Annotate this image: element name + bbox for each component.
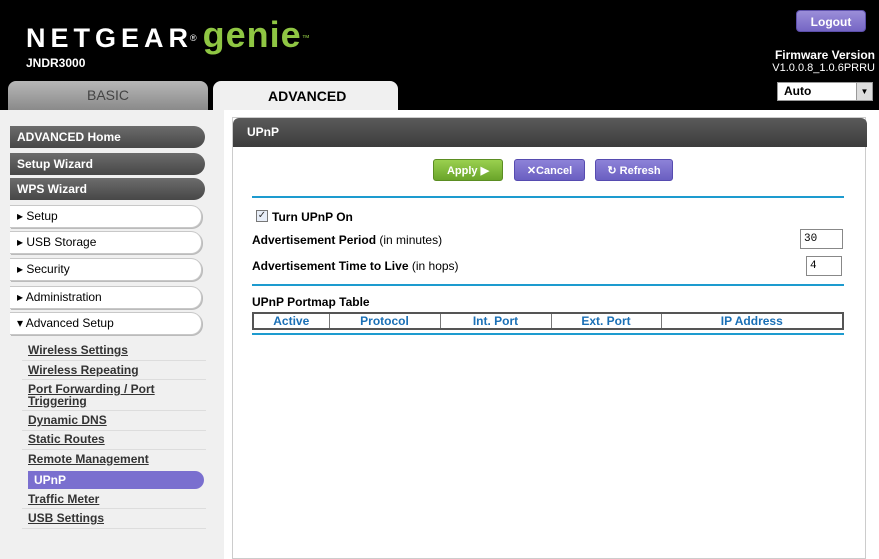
divider (22, 360, 206, 361)
sidebar-item-static-routes[interactable]: Static Routes (28, 433, 213, 445)
column-header-int-port: Int. Port (440, 313, 552, 329)
sidebar-item-wireless-settings[interactable]: Wireless Settings (28, 344, 213, 356)
page-title: UPnP (233, 118, 867, 147)
divider (252, 333, 844, 335)
header-bar: NETGEAR® genie™ JNDR3000 Logout Firmware … (0, 0, 879, 110)
portmap-title: UPnP Portmap Table (252, 295, 370, 309)
column-header-ip-address: IP Address (661, 313, 843, 329)
logo-brand: NETGEAR (26, 23, 194, 53)
column-header-ext-port: Ext. Port (551, 313, 662, 329)
tab-basic[interactable]: BASIC (8, 81, 208, 110)
model-name: JNDR3000 (26, 56, 86, 70)
sidebar-section-administration[interactable]: ▸ Administration (10, 286, 202, 309)
refresh-button[interactable]: ↻ Refresh (595, 159, 673, 181)
column-header-protocol: Protocol (329, 313, 441, 329)
firmware-label: Firmware Version (774, 48, 875, 62)
chevron-down-icon[interactable]: ▼ (856, 83, 872, 100)
sidebar-section-security[interactable]: ▸ Security (10, 258, 202, 281)
language-select[interactable]: Auto ▼ (777, 82, 873, 101)
sidebar-section-advanced-setup[interactable]: ▾ Advanced Setup (10, 312, 202, 335)
divider (252, 196, 844, 198)
sidebar-item-usb-settings[interactable]: USB Settings (28, 512, 213, 524)
divider (22, 528, 206, 529)
sidebar-item-dynamic-dns[interactable]: Dynamic DNS (28, 414, 213, 426)
table-header-row: Active Protocol Int. Port Ext. Port IP A… (253, 313, 843, 329)
main-panel: UPnP Apply ▶ ✕Cancel ↻ Refresh ✓ Turn UP… (232, 117, 867, 559)
sidebar-item-setup-wizard[interactable]: Setup Wizard (10, 153, 205, 175)
adv-period-input[interactable]: 30 (800, 229, 843, 249)
sidebar-item-wireless-repeating[interactable]: Wireless Repeating (28, 364, 213, 376)
tab-advanced[interactable]: ADVANCED (213, 81, 398, 110)
divider (22, 379, 206, 380)
cancel-button[interactable]: ✕Cancel (514, 159, 585, 181)
portmap-table: Active Protocol Int. Port Ext. Port IP A… (252, 312, 844, 330)
adv-ttl-label: Advertisement Time to Live (in hops) (252, 259, 459, 273)
sidebar-section-setup[interactable]: ▸ Setup (10, 205, 202, 228)
divider (22, 410, 206, 411)
logout-button[interactable]: Logout (796, 10, 866, 32)
adv-period-label: Advertisement Period (in minutes) (252, 233, 443, 247)
apply-button[interactable]: Apply ▶ (433, 159, 503, 181)
netgear-genie-logo[interactable]: NETGEAR® genie™ (26, 14, 310, 55)
sidebar-item-upnp[interactable]: UPnP (28, 471, 204, 489)
divider (22, 508, 206, 509)
divider (22, 430, 206, 431)
language-selected-value: Auto (784, 84, 812, 98)
firmware-version: V1.0.0.8_1.0.6PRRU (772, 62, 875, 74)
logo-product: genie (202, 14, 302, 55)
sidebar-item-wps-wizard[interactable]: WPS Wizard (10, 178, 205, 200)
sidebar-item-port-forwarding[interactable]: Port Forwarding / Port Triggering (28, 383, 178, 407)
sidebar-section-usb-storage[interactable]: ▸ USB Storage (10, 231, 202, 254)
adv-ttl-input[interactable]: 4 (806, 256, 842, 276)
turn-upnp-on-label: Turn UPnP On (272, 210, 353, 224)
sidebar-item-remote-management[interactable]: Remote Management (28, 453, 213, 465)
divider (252, 284, 844, 286)
divider (22, 449, 206, 450)
column-header-active: Active (253, 313, 330, 329)
turn-upnp-on-checkbox[interactable]: ✓ (256, 210, 268, 222)
sidebar-item-advanced-home[interactable]: ADVANCED Home (10, 126, 205, 148)
sidebar-item-traffic-meter[interactable]: Traffic Meter (28, 493, 213, 505)
sidebar: ADVANCED Home Setup Wizard WPS Wizard ▸ … (0, 110, 224, 559)
